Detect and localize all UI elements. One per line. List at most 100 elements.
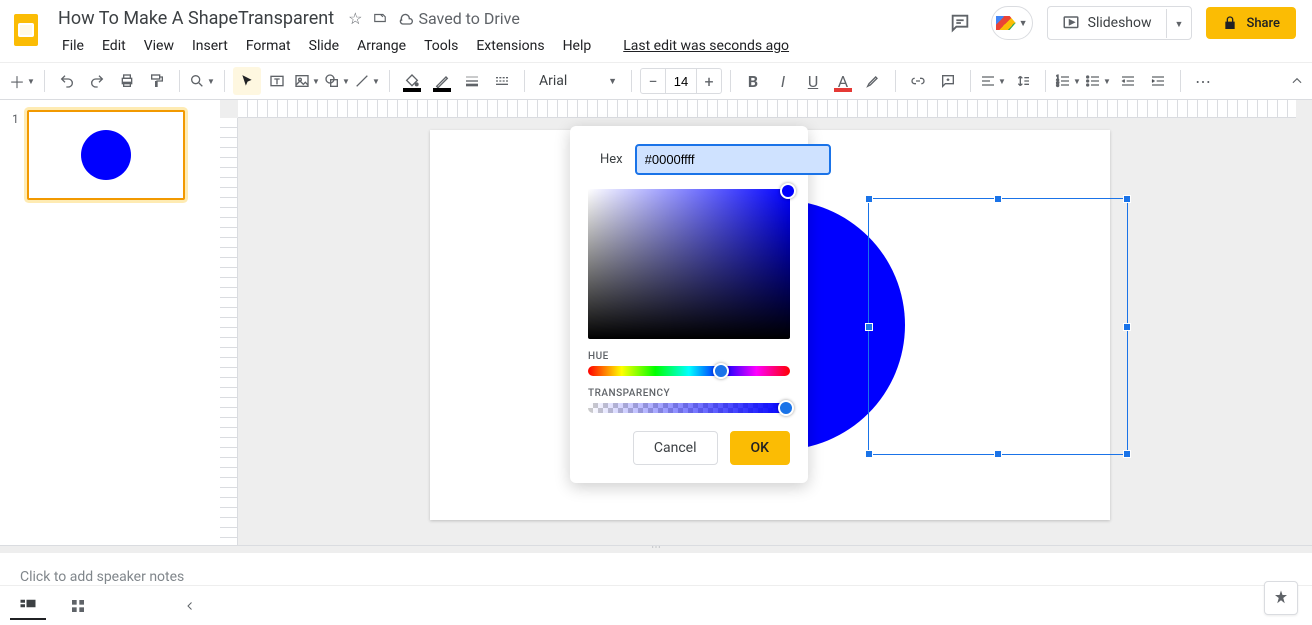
selection-box[interactable]: [868, 198, 1128, 455]
save-status[interactable]: Saved to Drive: [398, 9, 519, 28]
collapse-toolbar-icon[interactable]: [1290, 74, 1304, 88]
title-area: How To Make A ShapeTransparent ☆ Saved t…: [54, 6, 797, 58]
font-size-decrease[interactable]: −: [641, 72, 665, 91]
shape-tool[interactable]: ▼: [323, 67, 351, 95]
more-button[interactable]: ⋯: [1189, 67, 1217, 95]
selection-handle[interactable]: [865, 195, 873, 203]
hue-thumb[interactable]: [713, 363, 729, 379]
menu-help[interactable]: Help: [555, 34, 600, 58]
slideshow-button[interactable]: Slideshow: [1048, 7, 1166, 39]
print-button[interactable]: [113, 67, 141, 95]
menu-insert[interactable]: Insert: [184, 34, 236, 58]
menu-tools[interactable]: Tools: [416, 34, 466, 58]
filmstrip: 1: [0, 100, 220, 545]
textbox-tool[interactable]: [263, 67, 291, 95]
star-icon[interactable]: ☆: [348, 9, 362, 28]
align-button[interactable]: ▼: [979, 67, 1007, 95]
selection-handle[interactable]: [1123, 450, 1131, 458]
decrease-indent-button[interactable]: [1114, 67, 1142, 95]
filmstrip-view-button[interactable]: [10, 592, 46, 620]
image-tool[interactable]: ▼: [293, 67, 321, 95]
collapse-filmstrip-icon[interactable]: [184, 600, 196, 612]
font-size-input[interactable]: [665, 69, 697, 93]
fill-color-button[interactable]: [398, 67, 426, 95]
notes-splitter[interactable]: [0, 545, 1312, 553]
line-tool[interactable]: ▼: [353, 67, 381, 95]
slides-logo[interactable]: [6, 10, 46, 50]
selection-handle[interactable]: [994, 195, 1002, 203]
increase-indent-button[interactable]: [1144, 67, 1172, 95]
line-spacing-button[interactable]: [1009, 67, 1037, 95]
transparency-label: TRANSPARENCY: [588, 388, 790, 399]
border-dash-button[interactable]: [488, 67, 516, 95]
font-size-increase[interactable]: +: [697, 72, 721, 91]
highlight-button[interactable]: [859, 67, 887, 95]
move-icon[interactable]: [372, 11, 388, 25]
selection-handle[interactable]: [1123, 323, 1131, 331]
bulleted-list-button[interactable]: ▼: [1084, 67, 1112, 95]
explore-button[interactable]: [1264, 581, 1298, 615]
meet-icon: [996, 16, 1016, 30]
redo-button[interactable]: [83, 67, 111, 95]
svg-text:3: 3: [1056, 82, 1059, 88]
ok-button[interactable]: OK: [730, 431, 791, 465]
cancel-button[interactable]: Cancel: [633, 431, 718, 465]
insert-link-button[interactable]: [904, 67, 932, 95]
select-tool[interactable]: [233, 67, 261, 95]
menu-view[interactable]: View: [136, 34, 182, 58]
app-header: How To Make A ShapeTransparent ☆ Saved t…: [0, 0, 1312, 62]
underline-button[interactable]: U: [799, 67, 827, 95]
numbered-list-button[interactable]: 123▼: [1054, 67, 1082, 95]
menu-file[interactable]: File: [54, 34, 92, 58]
last-edit-link[interactable]: Last edit was seconds ago: [615, 34, 797, 58]
comments-icon[interactable]: [943, 6, 977, 40]
thumb-shape-circle: [81, 130, 131, 180]
selection-handle[interactable]: [1123, 195, 1131, 203]
transparency-thumb[interactable]: [778, 400, 794, 416]
grid-view-button[interactable]: [60, 592, 96, 620]
transparency-slider[interactable]: [588, 403, 790, 413]
chevron-down-icon: ▼: [1019, 18, 1028, 29]
ruler-horizontal[interactable]: [238, 100, 1296, 118]
meet-button[interactable]: ▼: [991, 6, 1033, 40]
hue-label: HUE: [588, 351, 790, 362]
undo-button[interactable]: [53, 67, 81, 95]
saturation-value-picker[interactable]: [588, 189, 790, 339]
share-button[interactable]: Share: [1206, 7, 1296, 39]
canvas-area[interactable]: Hex HUE TRANSPARENCY Cancel OK: [220, 100, 1312, 545]
add-comment-button[interactable]: [934, 67, 962, 95]
italic-button[interactable]: I: [769, 67, 797, 95]
zoom-button[interactable]: ▼: [188, 67, 216, 95]
selection-handle[interactable]: [994, 450, 1002, 458]
custom-color-dialog: Hex HUE TRANSPARENCY Cancel OK: [570, 126, 808, 483]
hue-slider[interactable]: [588, 366, 790, 376]
menu-format[interactable]: Format: [238, 34, 299, 58]
menu-extensions[interactable]: Extensions: [468, 34, 552, 58]
hex-label: Hex: [600, 152, 623, 167]
font-size-group: − +: [640, 68, 722, 94]
font-family-select[interactable]: Arial▼: [533, 73, 623, 89]
footer: [0, 585, 1312, 625]
slideshow-group: Slideshow ▼: [1047, 6, 1193, 40]
text-color-button[interactable]: A: [829, 67, 857, 95]
selection-handle[interactable]: [865, 323, 873, 331]
menubar: File Edit View Insert Format Slide Arran…: [54, 34, 797, 58]
hex-input[interactable]: [635, 144, 831, 175]
ruler-vertical[interactable]: [220, 118, 238, 545]
slide-thumbnail-1[interactable]: [27, 110, 185, 200]
sv-cursor[interactable]: [780, 183, 796, 199]
menu-slide[interactable]: Slide: [301, 34, 347, 58]
slideshow-dropdown[interactable]: ▼: [1166, 9, 1192, 38]
document-title[interactable]: How To Make A ShapeTransparent: [54, 6, 338, 31]
menu-arrange[interactable]: Arrange: [349, 34, 414, 58]
header-actions: ▼ Slideshow ▼ Share: [943, 6, 1296, 40]
new-slide-button[interactable]: ＋▼: [8, 67, 36, 95]
paint-format-button[interactable]: [143, 67, 171, 95]
workspace: 1 Hex: [0, 100, 1312, 545]
menu-edit[interactable]: Edit: [94, 34, 134, 58]
slide-number: 1: [12, 110, 19, 200]
selection-handle[interactable]: [865, 450, 873, 458]
border-weight-button[interactable]: [458, 67, 486, 95]
border-color-button[interactable]: [428, 67, 456, 95]
bold-button[interactable]: B: [739, 67, 767, 95]
